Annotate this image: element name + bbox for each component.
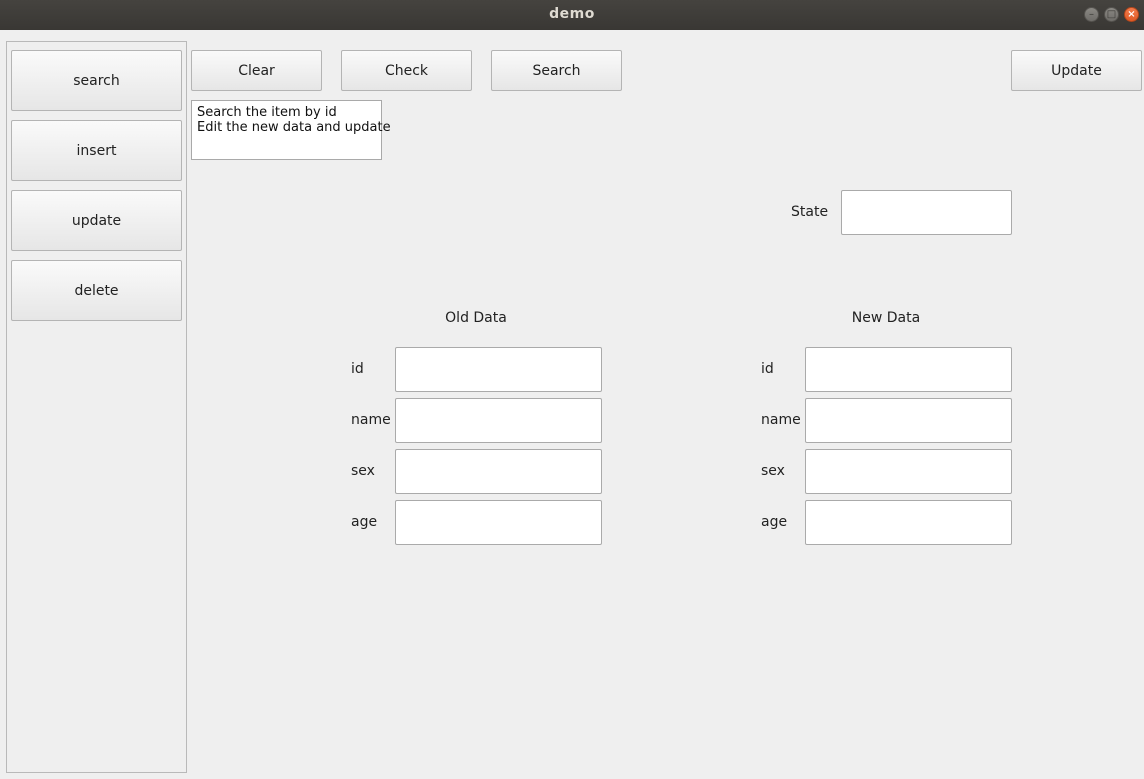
- sidebar-item-search[interactable]: search: [11, 50, 182, 111]
- new-age-label: age: [761, 514, 788, 530]
- clear-button[interactable]: Clear: [191, 50, 322, 91]
- sidebar-item-delete[interactable]: delete: [11, 260, 182, 321]
- search-button[interactable]: Search: [491, 50, 622, 91]
- window-title: demo: [549, 6, 595, 22]
- minimize-icon[interactable]: –: [1084, 7, 1099, 22]
- old-id-field[interactable]: [395, 347, 602, 392]
- new-name-field[interactable]: [805, 398, 1012, 443]
- close-icon[interactable]: ×: [1124, 7, 1139, 22]
- new-sex-label: sex: [761, 463, 785, 479]
- new-id-label: id: [761, 361, 774, 377]
- old-name-field[interactable]: [395, 398, 602, 443]
- old-id-label: id: [351, 361, 364, 377]
- state-label: State: [791, 204, 829, 220]
- old-age-label: age: [351, 514, 378, 530]
- new-sex-field[interactable]: [805, 449, 1012, 494]
- old-age-field[interactable]: [395, 500, 602, 545]
- old-data-title: Old Data: [445, 310, 507, 326]
- new-data-title: New Data: [851, 310, 921, 326]
- old-sex-label: sex: [351, 463, 375, 479]
- check-button[interactable]: Check: [341, 50, 472, 91]
- new-name-label: name: [761, 412, 801, 428]
- sidebar-item-insert[interactable]: insert: [11, 120, 182, 181]
- window-titlebar[interactable]: demo – □ ×: [0, 0, 1144, 30]
- new-id-field[interactable]: [805, 347, 1012, 392]
- old-name-label: name: [351, 412, 391, 428]
- instructions-text: Search the item by id Edit the new data …: [191, 100, 391, 160]
- old-sex-field[interactable]: [395, 449, 602, 494]
- state-field[interactable]: [841, 190, 1012, 235]
- maximize-icon[interactable]: □: [1104, 7, 1119, 22]
- sidebar-item-update[interactable]: update: [11, 190, 182, 251]
- new-age-field[interactable]: [805, 500, 1012, 545]
- update-button[interactable]: Update: [1011, 50, 1142, 91]
